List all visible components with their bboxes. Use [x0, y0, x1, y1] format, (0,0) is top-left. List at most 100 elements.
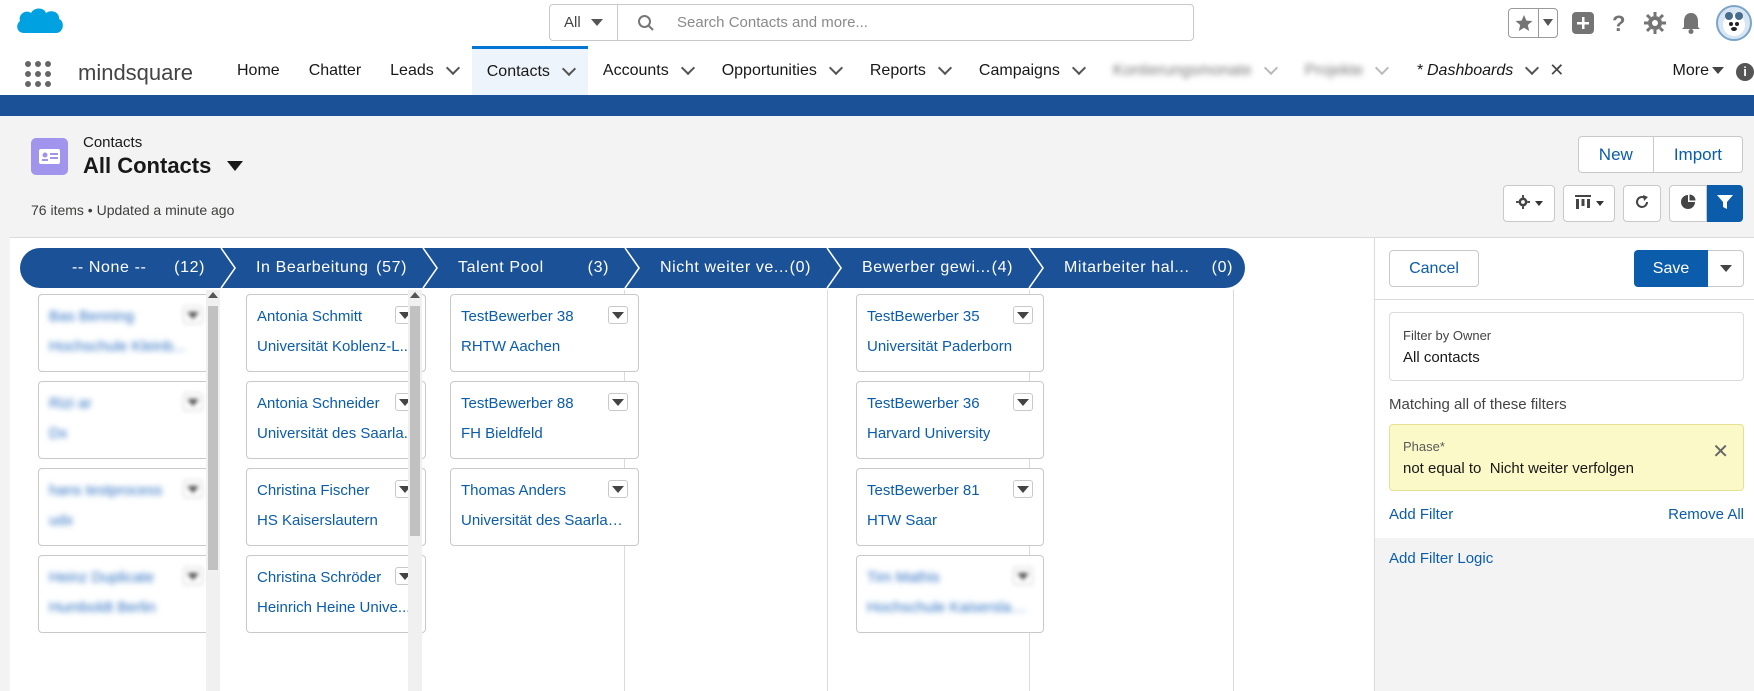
kanban-stage-0[interactable]: -- None -- (12): [20, 248, 235, 288]
kanban-stage-3[interactable]: Nicht weiter ve... (0): [626, 248, 841, 288]
contact-name-link[interactable]: Tim Mathis: [867, 569, 940, 586]
cancel-button[interactable]: Cancel: [1389, 250, 1479, 287]
chevron-down-icon[interactable]: [445, 60, 460, 75]
filter-by-owner[interactable]: Filter by Owner All contacts: [1389, 312, 1744, 381]
save-button[interactable]: Save: [1634, 250, 1708, 287]
column-scrollbar[interactable]: [408, 290, 422, 691]
chevron-down-icon[interactable]: [1263, 60, 1278, 75]
star-icon[interactable]: [1509, 9, 1539, 37]
card-actions-dropdown[interactable]: [183, 567, 203, 585]
scrollbar-thumb[interactable]: [410, 306, 420, 536]
account-name-link[interactable]: Dx: [49, 425, 67, 442]
kanban-card[interactable]: TestBewerber 88 FH Bieldfeld: [450, 381, 639, 459]
nav-tab-chatter[interactable]: Chatter: [294, 46, 375, 95]
account-name-link[interactable]: HS Kaiserslautern: [257, 512, 378, 529]
help-icon[interactable]: ?: [1608, 12, 1630, 34]
import-button[interactable]: Import: [1653, 136, 1743, 173]
account-name-link[interactable]: udx: [49, 512, 73, 529]
chevron-down-icon[interactable]: [1071, 60, 1086, 75]
add-filter-link[interactable]: Add Filter: [1389, 506, 1453, 523]
avatar[interactable]: [1716, 5, 1752, 41]
account-name-link[interactable]: Hochschule Kaiserslaut...: [867, 599, 1032, 616]
nav-tab-accounts[interactable]: Accounts: [588, 46, 707, 95]
account-name-link[interactable]: Universität Paderborn: [867, 338, 1012, 355]
gear-icon[interactable]: [1644, 12, 1666, 34]
scroll-up-icon[interactable]: [208, 292, 218, 298]
chevron-down-icon[interactable]: [561, 61, 576, 77]
scrollbar-thumb[interactable]: [208, 306, 218, 570]
add-filter-logic-link[interactable]: Add Filter Logic: [1389, 550, 1493, 567]
kanban-card[interactable]: Christina Schröder Heinrich Heine Unive..…: [246, 555, 426, 633]
contact-name-link[interactable]: Bas Benning: [49, 308, 134, 325]
kanban-stage-5[interactable]: Mitarbeiter hal... (0): [1030, 248, 1245, 288]
contact-name-link[interactable]: Christina Schröder: [257, 569, 381, 586]
kanban-card[interactable]: Thomas Anders Universität des Saarlan...: [450, 468, 639, 546]
kanban-card[interactable]: hans testprocess udx: [38, 468, 214, 546]
list-view-controls-button[interactable]: [1503, 185, 1555, 222]
scroll-up-icon[interactable]: [410, 292, 420, 298]
account-name-link[interactable]: Universität des Saarlan...: [461, 512, 626, 529]
nav-tab-kontierungsmonate[interactable]: Kontierungsmonate: [1098, 46, 1290, 95]
nav-more-menu[interactable]: More: [1673, 46, 1724, 95]
contact-name-link[interactable]: TestBewerber 81: [867, 482, 980, 499]
chevron-down-icon[interactable]: [828, 60, 843, 75]
search-scope-dropdown[interactable]: All: [550, 5, 618, 40]
display-as-button[interactable]: [1563, 185, 1615, 222]
salesforce-logo-icon[interactable]: [14, 5, 66, 39]
kanban-stage-2[interactable]: Talent Pool (3): [424, 248, 639, 288]
favorites-dropdown-icon[interactable]: [1539, 9, 1557, 37]
contact-name-link[interactable]: Christina Fischer: [257, 482, 370, 499]
save-options-dropdown[interactable]: [1708, 250, 1744, 287]
card-actions-dropdown[interactable]: [183, 480, 203, 498]
nav-tab-leads[interactable]: Leads: [375, 46, 472, 95]
account-name-link[interactable]: RHTW Aachen: [461, 338, 560, 355]
kanban-card[interactable]: Tim Mathis Hochschule Kaiserslaut...: [856, 555, 1044, 633]
contact-name-link[interactable]: hans testprocess: [49, 482, 162, 499]
kanban-card[interactable]: Antonia Schmitt Universität Koblenz-L...: [246, 294, 426, 372]
filter-item-phase[interactable]: Phase* not equal to Nicht weiter verfolg…: [1389, 424, 1744, 491]
kanban-card[interactable]: Bas Benning Hochschule Kleinb...: [38, 294, 214, 372]
remove-all-link[interactable]: Remove All: [1668, 506, 1744, 523]
filters-button[interactable]: [1707, 185, 1743, 222]
chevron-down-icon[interactable]: [937, 60, 952, 75]
account-name-link[interactable]: HTW Saar: [867, 512, 937, 529]
info-icon[interactable]: i: [1736, 63, 1754, 81]
account-name-link[interactable]: FH Bieldfeld: [461, 425, 543, 442]
contact-name-link[interactable]: Antonia Schmitt: [257, 308, 362, 325]
contact-name-link[interactable]: Antonia Schneider: [257, 395, 380, 412]
close-icon[interactable]: ✕: [1549, 60, 1564, 81]
nav-tab-home[interactable]: Home: [222, 46, 294, 95]
nav-tab-dashboards[interactable]: * Dashboards ✕: [1401, 46, 1578, 95]
account-name-link[interactable]: Humboldt Berlin: [49, 599, 156, 616]
kanban-stage-1[interactable]: In Bearbeitung (57): [222, 248, 437, 288]
app-launcher-icon[interactable]: [25, 61, 51, 87]
account-name-link[interactable]: Hochschule Kleinb...: [49, 338, 186, 355]
kanban-card[interactable]: Christina Fischer HS Kaiserslautern: [246, 468, 426, 546]
add-icon[interactable]: [1572, 12, 1594, 34]
search-input[interactable]: [677, 5, 1177, 40]
account-name-link[interactable]: Harvard University: [867, 425, 990, 442]
charts-button[interactable]: [1669, 185, 1707, 222]
card-actions-dropdown[interactable]: [183, 306, 203, 324]
chevron-down-icon[interactable]: [227, 161, 244, 171]
bell-icon[interactable]: [1680, 12, 1702, 34]
nav-tab-projekte[interactable]: Projekte: [1290, 46, 1402, 95]
contact-name-link[interactable]: Thomas Anders: [461, 482, 566, 499]
kanban-card[interactable]: Antonia Schneider Universität des Saarla.…: [246, 381, 426, 459]
account-name-link[interactable]: Heinrich Heine Unive...: [257, 599, 410, 616]
nav-tab-opportunities[interactable]: Opportunities: [707, 46, 855, 95]
nav-tab-campaigns[interactable]: Campaigns: [964, 46, 1098, 95]
kanban-card[interactable]: Heinz Duplicate Humboldt Berlin: [38, 555, 214, 633]
kanban-card[interactable]: TestBewerber 36 Harvard University: [856, 381, 1044, 459]
chevron-down-icon[interactable]: [680, 60, 695, 75]
account-name-link[interactable]: Universität Koblenz-L...: [257, 338, 412, 355]
kanban-card[interactable]: TestBewerber 38 RHTW Aachen: [450, 294, 639, 372]
kanban-stage-4[interactable]: Bewerber gewi... (4): [828, 248, 1043, 288]
account-name-link[interactable]: Universität des Saarla...: [257, 425, 416, 442]
nav-tab-reports[interactable]: Reports: [855, 46, 964, 95]
kanban-card[interactable]: TestBewerber 35 Universität Paderborn: [856, 294, 1044, 372]
contact-name-link[interactable]: TestBewerber 35: [867, 308, 980, 325]
contact-name-link[interactable]: Rizi ar: [49, 395, 92, 412]
refresh-button[interactable]: [1623, 185, 1661, 222]
kanban-card[interactable]: TestBewerber 81 HTW Saar: [856, 468, 1044, 546]
